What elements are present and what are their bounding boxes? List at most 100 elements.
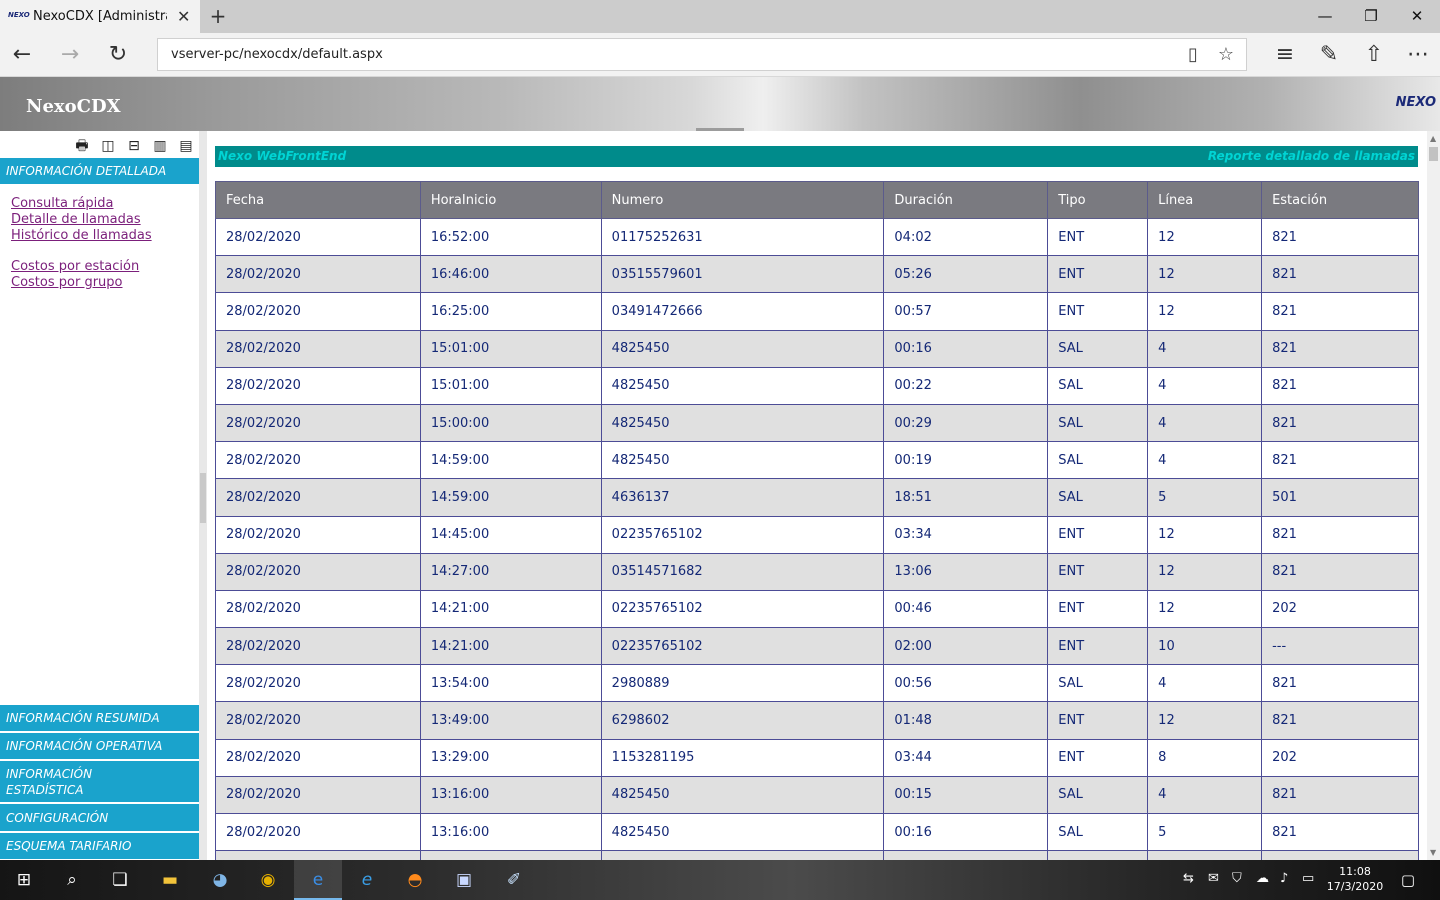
link-costos-estacion[interactable]: Costos por estación (11, 259, 152, 275)
link-costos-grupo[interactable]: Costos por grupo (11, 275, 152, 291)
cloud-icon[interactable]: ☁ (1256, 871, 1269, 886)
windows-taskbar: ⊞ ⌕ ❏ ▬ ◕ ◉ e e ◓ ▣ ✐ ⇆ ✉ ⛉ ☁ ♪ ▭ 11:08 … (0, 860, 1440, 900)
chrome-icon[interactable]: ◉ (244, 860, 292, 900)
table-row[interactable]: 28/02/2020 16:52:00 01175252631 04:02 ENT 12 8… (215, 217, 1419, 257)
taskbar-clock[interactable]: 11:08 17/3/2020 (1318, 864, 1392, 894)
column-header: Línea (1147, 181, 1263, 219)
table-row[interactable]: 28/02/2020 16:25:00 03491472666 00:57 ENT 12 8… (215, 292, 1419, 331)
table-cell: SAL (1047, 775, 1149, 815)
table-row[interactable] (215, 850, 1419, 860)
scroll-down-icon[interactable]: ▼ (1430, 848, 1436, 857)
table-cell: 04:02 (883, 217, 1049, 257)
sidebar-scrollbar[interactable] (199, 131, 207, 860)
teamviewer-icon[interactable]: ⇆ (1183, 871, 1194, 886)
back-arrow-icon[interactable]: ← (6, 39, 38, 71)
firefox-icon[interactable]: ◓ (391, 860, 439, 900)
table-cell: 821 (1261, 552, 1419, 591)
hub-icon[interactable]: ≡ (1269, 39, 1301, 71)
paint-icon[interactable]: ✐ (490, 860, 538, 900)
content-scrollbar[interactable]: ▲ ▼ (1427, 131, 1440, 860)
table-cell: 01175252631 (600, 217, 885, 257)
menu-configuracion[interactable]: CONFIGURACIÓN (0, 804, 199, 832)
address-bar[interactable]: vserver-pc/nexocdx/default.aspx ▯ ☆ (157, 38, 1247, 71)
table-cell: 4 (1147, 403, 1263, 443)
table-row[interactable]: 28/02/2020 15:01:00 4825450 00:22 SAL 4 821 (215, 366, 1419, 405)
table-cell: 821 (1261, 255, 1419, 294)
columns-icon[interactable]: ◫ (97, 137, 119, 155)
table-cell: ENT (1047, 217, 1149, 257)
refresh-icon[interactable]: ↻ (102, 39, 134, 71)
table-cell: 5 (1147, 812, 1263, 852)
printer-icon[interactable]: 🖶 (71, 137, 93, 155)
edge-icon[interactable]: e (294, 860, 342, 900)
table-row[interactable]: 28/02/2020 15:00:00 4825450 00:29 SAL 4 821 (215, 403, 1419, 443)
new-tab-button[interactable]: + (206, 4, 230, 28)
remote-desktop-icon[interactable]: ▣ (440, 860, 488, 900)
search-icon[interactable]: ⌕ (48, 860, 96, 900)
table-row[interactable]: 28/02/2020 14:59:00 4825450 00:19 SAL 4 821 (215, 441, 1419, 480)
table-cell: 00:22 (883, 366, 1049, 405)
content-scroll-thumb[interactable] (1429, 147, 1438, 161)
more-options-icon[interactable]: ⋯ (1402, 39, 1434, 71)
table-row[interactable]: 28/02/2020 13:54:00 2980889 00:56 SAL 4 821 (215, 664, 1419, 703)
share-icon[interactable]: ⇧ (1358, 39, 1390, 71)
table-cell: 16:46:00 (419, 255, 602, 294)
link-historico-llamadas[interactable]: Histórico de llamadas (11, 228, 152, 244)
table-cell: ENT (1047, 292, 1149, 331)
favorite-star-icon[interactable]: ☆ (1214, 44, 1238, 66)
table-cell: 03:44 (883, 738, 1049, 777)
task-view-icon[interactable]: ❏ (96, 860, 144, 900)
table-row[interactable]: 28/02/2020 14:45:00 02235765102 03:34 ENT 12 8… (215, 515, 1419, 554)
close-window-icon[interactable]: ✕ (1394, 0, 1440, 33)
internet-explorer-icon[interactable]: e (343, 860, 391, 900)
forward-arrow-icon[interactable]: → (54, 39, 86, 71)
web-note-icon[interactable]: ✎ (1313, 39, 1345, 71)
volume-icon[interactable]: ♪ (1280, 871, 1288, 886)
reading-view-icon[interactable]: ▯ (1181, 44, 1205, 66)
link-detalle-llamadas[interactable]: Detalle de llamadas (11, 212, 152, 228)
menu-esquema-tarifario[interactable]: ESQUEMA TARIFARIO (0, 833, 199, 860)
sidebar-scroll-thumb[interactable] (200, 473, 206, 523)
table-row[interactable]: 28/02/2020 16:46:00 03515579601 05:26 ENT 12 8… (215, 255, 1419, 294)
menu-informacion-operativa[interactable]: INFORMACIÓN OPERATIVA (0, 733, 199, 760)
table-cell: 28/02/2020 (215, 441, 421, 480)
table-cell: 03:34 (883, 515, 1049, 554)
table-cell: SAL (1047, 366, 1149, 405)
table-row[interactable]: 28/02/2020 14:59:00 4636137 18:51 SAL 5 501 (215, 478, 1419, 517)
table-cell: 1153281195 (600, 738, 885, 777)
table-cell: ENT (1047, 552, 1149, 591)
sql-server-icon[interactable]: ◕ (196, 860, 244, 900)
table-row[interactable]: 28/02/2020 13:16:00 4825450 00:16 SAL 5 821 (215, 812, 1419, 852)
table-cell: 00:19 (883, 441, 1049, 480)
table-cell: ENT (1047, 627, 1149, 666)
table-row[interactable]: 28/02/2020 15:01:00 4825450 00:16 SAL 4 821 (215, 329, 1419, 368)
table-cell: 2980889 (600, 664, 885, 703)
table-row[interactable]: 28/02/2020 13:49:00 6298602 01:48 ENT 12 821 (215, 701, 1419, 740)
books-icon[interactable]: ▥ (149, 137, 171, 155)
menu-informacion-resumida[interactable]: INFORMACIÓN RESUMIDA (0, 705, 199, 732)
table-row[interactable]: 28/02/2020 13:16:00 4825450 00:15 SAL 4 821 (215, 775, 1419, 815)
rows-icon[interactable]: ⊟ (123, 137, 145, 155)
browser-tab[interactable]: NEXO NexoCDX [Administrado ✕ (0, 0, 200, 33)
link-consulta-rapida[interactable]: Consulta rápida (11, 196, 152, 212)
notifications-icon[interactable]: ▢ (1384, 860, 1432, 900)
network-icon[interactable]: ▭ (1302, 871, 1314, 886)
scroll-up-icon[interactable]: ▲ (1430, 134, 1436, 143)
notes-icon[interactable]: ▤ (175, 137, 197, 155)
restore-icon[interactable]: ❐ (1348, 0, 1394, 33)
menu-informacion-estadistica[interactable]: INFORMACIÓN ESTADÍSTICA (0, 761, 199, 803)
sidebar: 🖶 ◫ ⊟ ▥ ▤ INFORMACIÓN DETALLADA Consulta… (0, 131, 200, 860)
mail-icon[interactable]: ✉ (1208, 871, 1219, 886)
table-row[interactable]: 28/02/2020 14:21:00 02235765102 00:46 ENT 12 2… (215, 589, 1419, 629)
table-row[interactable]: 28/02/2020 14:21:00 02235765102 02:00 ENT 10-… (215, 627, 1419, 666)
banner-report-title: Reporte detallado de llamadas (1207, 149, 1415, 163)
table-row[interactable]: 28/02/2020 13:29:00 1153281195 03:44 ENT 8 202 (215, 738, 1419, 777)
minimize-icon[interactable]: — (1302, 0, 1348, 33)
start-windows-icon[interactable]: ⊞ (0, 860, 48, 900)
file-explorer-icon[interactable]: ▬ (146, 860, 194, 900)
menu-informacion-detallada[interactable]: INFORMACIÓN DETALLADA (0, 158, 199, 185)
close-tab-icon[interactable]: ✕ (177, 7, 190, 26)
url-text[interactable]: vserver-pc/nexocdx/default.aspx (171, 47, 383, 62)
shield-icon[interactable]: ⛉ (1232, 871, 1242, 886)
table-row[interactable]: 28/02/2020 14:27:00 03514571682 13:06 ENT 12 8… (215, 552, 1419, 591)
